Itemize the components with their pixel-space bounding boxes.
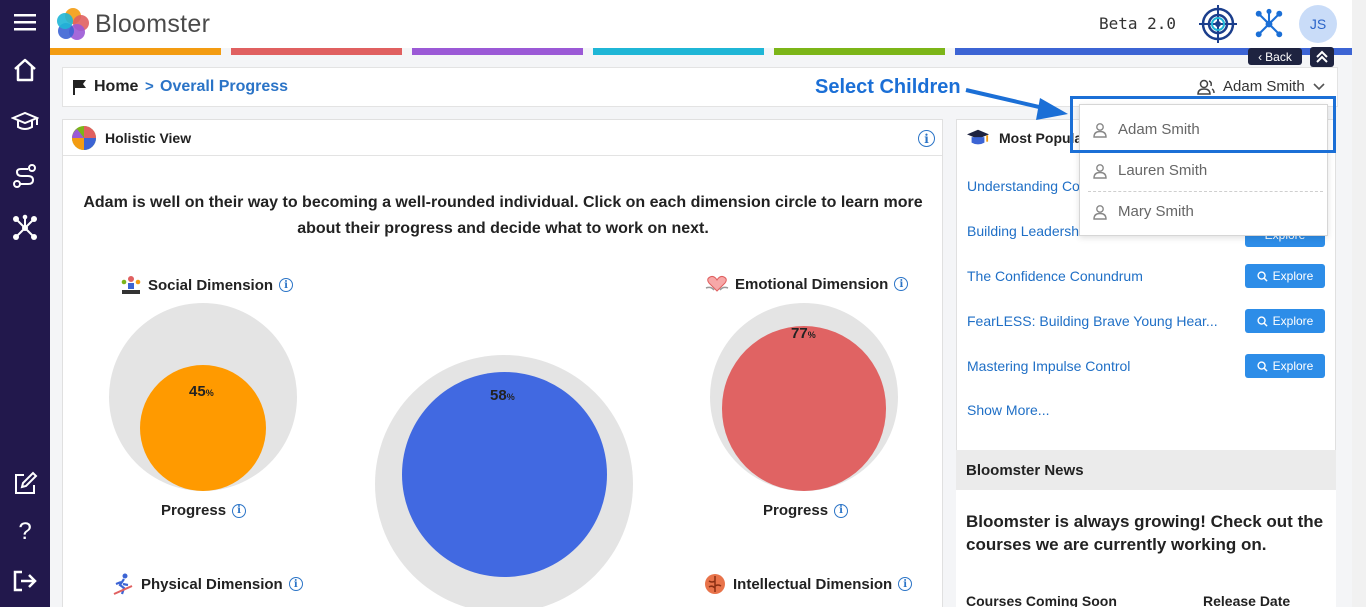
version-label: Beta 2.0 <box>1099 14 1177 33</box>
color-strip-green <box>774 48 945 55</box>
emotional-dimension-label[interactable]: Emotional Dimension i <box>705 274 909 294</box>
child-selector-value: Adam Smith <box>1223 78 1305 95</box>
color-strip-cyan <box>593 48 764 55</box>
home-icon[interactable] <box>0 50 50 90</box>
holistic-info-icon[interactable]: i <box>918 130 935 147</box>
search-icon <box>1257 270 1268 282</box>
edit-icon[interactable] <box>0 464 50 504</box>
logout-icon[interactable] <box>0 561 50 601</box>
popular-course-link[interactable]: The Confidence Conundrum <box>967 268 1143 284</box>
top-header: Bloomster Beta 2.0 JS <box>50 0 1366 48</box>
color-strip-purple <box>412 48 583 55</box>
holistic-view-panel: Holistic View i Adam is well on their wa… <box>62 119 943 607</box>
annotation-arrow-icon <box>965 88 1068 120</box>
brain-icon <box>705 574 725 594</box>
back-button[interactable]: ‹ Back <box>1248 48 1302 65</box>
back-label: Back <box>1265 49 1292 64</box>
physical-info-icon[interactable]: i <box>288 577 303 591</box>
news-column-release-date: Release Date <box>1203 593 1291 607</box>
social-dimension-name: Social Dimension <box>148 276 274 294</box>
side-nav: ? <box>0 0 50 607</box>
child-option[interactable]: Mary Smith <box>1080 191 1329 232</box>
breadcrumb-home[interactable]: Home <box>94 78 138 96</box>
news-text: Bloomster is always growing! Check out t… <box>966 512 1324 554</box>
emotional-progress-fill <box>721 326 887 491</box>
emotional-progress-value: 77% <box>791 325 816 342</box>
holistic-view-title: Holistic View <box>105 129 192 146</box>
physical-dimension-name: Physical Dimension <box>141 575 283 593</box>
popular-course-link[interactable]: FearLESS: Building Brave Young Hear... <box>967 313 1218 329</box>
emotional-progress-label: Progress i <box>763 502 849 519</box>
search-icon <box>1257 360 1268 372</box>
breadcrumb-current: Overall Progress <box>160 78 289 95</box>
intellectual-dimension-name: Intellectual Dimension <box>733 575 893 593</box>
emotional-info-icon[interactable]: i <box>894 277 909 291</box>
social-progress-info-icon[interactable]: i <box>232 503 247 518</box>
network-icon[interactable] <box>0 208 50 248</box>
network-header-icon[interactable] <box>1250 5 1288 43</box>
explore-button[interactable]: Explore <box>1245 264 1325 288</box>
child-option[interactable]: Lauren Smith <box>1080 150 1329 191</box>
target-icon[interactable] <box>1199 5 1237 43</box>
explore-button[interactable]: Explore <box>1245 354 1325 378</box>
news-header: Bloomster News <box>956 450 1336 490</box>
child-selector[interactable]: Adam Smith <box>1197 78 1325 95</box>
social-people-icon <box>121 276 141 294</box>
holistic-view-header: Holistic View i <box>63 120 942 156</box>
social-progress-label: Progress i <box>161 502 247 519</box>
overall-progress-value: 58% <box>490 387 515 404</box>
page-scrollbar[interactable] <box>1352 0 1366 607</box>
popular-course-link[interactable]: Understanding Co <box>967 178 1080 194</box>
users-icon <box>1197 79 1215 95</box>
chevron-down-icon <box>1313 82 1325 90</box>
explore-button[interactable]: Explore <box>1245 309 1325 333</box>
social-dimension-label[interactable]: Social Dimension i <box>120 274 294 296</box>
bloomster-logo[interactable]: Bloomster <box>55 6 210 42</box>
user-avatar[interactable]: JS <box>1299 5 1337 43</box>
intellectual-info-icon[interactable]: i <box>898 577 913 591</box>
running-person-icon <box>113 573 133 595</box>
social-progress-value: 45% <box>189 383 214 400</box>
physical-dimension-label[interactable]: Physical Dimension i <box>111 572 303 596</box>
user-icon <box>1093 204 1107 220</box>
select-children-annotation: Select Children <box>815 76 961 98</box>
holistic-intro-text: Adam is well on their way to becoming a … <box>83 194 923 237</box>
social-info-icon[interactable]: i <box>279 278 294 292</box>
news-column-courses: Courses Coming Soon <box>966 593 1117 607</box>
pie-chart-icon <box>72 125 96 150</box>
popular-course-link[interactable]: Mastering Impulse Control <box>967 358 1130 374</box>
show-more-link[interactable]: Show More... <box>967 402 1049 418</box>
search-icon <box>1257 315 1268 327</box>
heart-hands-icon <box>705 275 729 292</box>
app-name: Bloomster <box>95 9 211 38</box>
help-icon[interactable]: ? <box>0 512 50 552</box>
breadcrumb-separator: > <box>145 78 154 95</box>
collapse-button[interactable] <box>1310 47 1334 67</box>
select-children-highlight <box>1070 96 1336 153</box>
user-icon <box>1093 163 1107 179</box>
news-panel: Bloomster is always growing! Check out t… <box>956 490 1336 607</box>
flower-logo-icon <box>57 8 89 40</box>
popular-course-link[interactable]: Building Leadershi <box>967 223 1082 239</box>
graduation-cap-color-icon <box>967 129 989 145</box>
graduation-cap-icon[interactable] <box>0 102 50 142</box>
route-icon[interactable] <box>0 156 50 196</box>
emotional-dimension-name: Emotional Dimension <box>735 275 889 293</box>
color-strip-orange <box>50 48 221 55</box>
flag-icon <box>73 80 86 95</box>
chevron-left-icon: ‹ <box>1258 49 1263 64</box>
intellectual-dimension-label[interactable]: Intellectual Dimension i <box>703 572 913 596</box>
menu-icon[interactable] <box>0 2 50 42</box>
emotional-progress-info-icon[interactable]: i <box>834 503 849 518</box>
double-chevron-up-icon <box>1316 50 1328 63</box>
color-strip-red <box>231 48 402 55</box>
